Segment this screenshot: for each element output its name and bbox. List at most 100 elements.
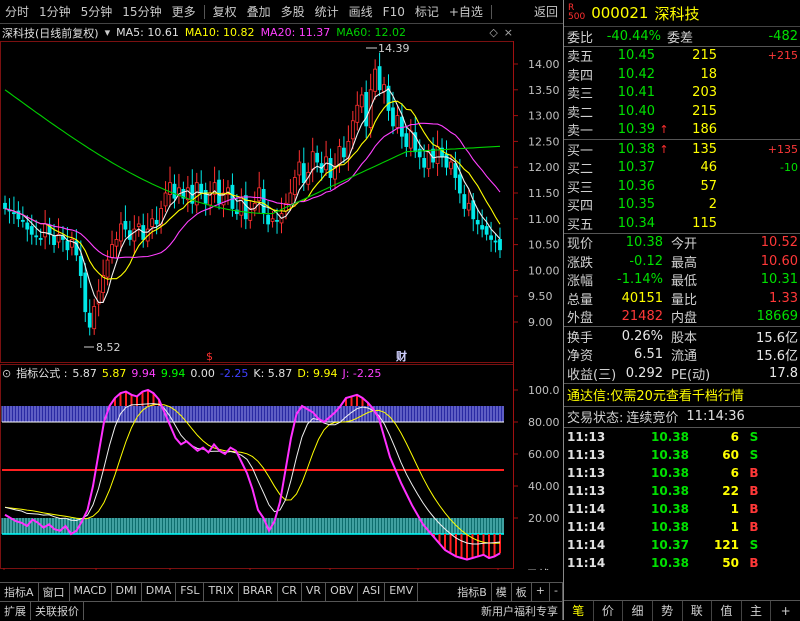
tick-side: B	[749, 519, 759, 534]
triangle-down-icon[interactable]: ▾	[105, 26, 111, 39]
quote-label: 现价	[567, 237, 594, 253]
candle-body	[154, 219, 159, 225]
ask-row[interactable]: 卖五 10.45 215 +215	[564, 47, 800, 65]
tab-indicator[interactable]: FSL	[176, 583, 205, 601]
candle-body	[199, 183, 204, 194]
tab-extension[interactable]: 扩展	[0, 602, 31, 620]
right-tab[interactable]: 势	[653, 601, 683, 621]
tick-row[interactable]: 11:14 10.38 50 B	[564, 554, 800, 572]
tab-indicator-right[interactable]: 板	[512, 583, 532, 601]
tab-indicator[interactable]: TRIX	[204, 583, 239, 601]
quote-list: 现价 10.38 今开 10.52 涨跌 -0.12 最高 10.60 涨幅 -1.14% 最低 10…	[564, 234, 800, 327]
quote-value: -0.12	[629, 253, 663, 269]
tick-row[interactable]: 11:13 10.38 60 S	[564, 446, 800, 464]
price-tick-label: 9.00	[528, 316, 553, 329]
quote-row[interactable]: 现价 10.38 今开 10.52	[564, 234, 800, 253]
x-axis-label: 8	[330, 569, 337, 570]
ask-row[interactable]: 卖三 10.41 203	[564, 84, 800, 102]
bid-row[interactable]: 买四 10.35 2	[564, 196, 800, 215]
candle-body	[163, 192, 168, 207]
ask-change: +215	[767, 49, 798, 63]
tick-row[interactable]: 11:14 10.37 121 S	[564, 536, 800, 554]
tab-indicator[interactable]: 指标A	[0, 583, 39, 601]
tick-row[interactable]: 11:13 10.38 6 B	[564, 464, 800, 482]
menu-5min[interactable]: 5分钟	[76, 3, 118, 20]
candle-body	[217, 179, 221, 204]
menu-back[interactable]: 返回	[529, 3, 563, 20]
tab-indicator[interactable]: DMI	[112, 583, 142, 601]
tab-indicator[interactable]: ASI	[358, 583, 386, 601]
tick-row[interactable]: 11:14 10.38 1 B	[564, 500, 800, 518]
tick-row[interactable]: 11:14 10.38 1 B	[564, 518, 800, 536]
price-tick-label: 9.50	[528, 290, 553, 303]
arrow-up-icon: ↑	[659, 142, 669, 156]
tab-indicator-right[interactable]: -	[550, 583, 563, 601]
menu-mark[interactable]: 标记	[410, 3, 444, 20]
menu-draw-line[interactable]: 画线	[344, 3, 378, 20]
menu-stats[interactable]: 统计	[310, 3, 344, 20]
candle-body	[359, 94, 364, 108]
right-tab[interactable]: 价	[594, 601, 624, 621]
right-tab[interactable]: 联	[683, 601, 713, 621]
menu-1min[interactable]: 1分钟	[34, 3, 76, 20]
bid-volume: 46	[700, 160, 717, 176]
close-icon[interactable]: ×	[504, 26, 517, 39]
tick-row[interactable]: 11:13 10.38 6 S	[564, 428, 800, 446]
price-tick-label: 10.00	[528, 264, 560, 277]
menu-more[interactable]: 更多	[167, 3, 201, 20]
fundamental-row[interactable]: 收益(三) 0.292 PE(动) 17.8	[564, 364, 800, 383]
menu-multi-stock[interactable]: 多股	[276, 3, 310, 20]
candle-body	[404, 133, 409, 147]
tab-indicator[interactable]: MACD	[70, 583, 112, 601]
bid-label: 买四	[567, 199, 594, 215]
menu-f10[interactable]: F10	[378, 5, 410, 19]
right-tab[interactable]: +	[771, 601, 800, 621]
tab-extension[interactable]: 关联报价	[31, 602, 84, 620]
tab-indicator[interactable]: CR	[278, 583, 302, 601]
quote-row[interactable]: 涨幅 -1.14% 最低 10.31	[564, 271, 800, 290]
bid-row[interactable]: 买三 10.36 57	[564, 177, 800, 196]
bid-row[interactable]: 买五 10.34 115	[564, 214, 800, 233]
right-tab[interactable]: 笔	[564, 601, 594, 621]
ask-row[interactable]: 卖二 10.40 215	[564, 102, 800, 121]
tab-indicator[interactable]: BRAR	[239, 583, 278, 601]
tab-indicator[interactable]: 窗口	[39, 583, 70, 601]
new-user-promo[interactable]: 新用户福利专享	[477, 602, 563, 620]
tick-volume: 1	[730, 501, 739, 516]
tick-row[interactable]: 11:13 10.38 22 B	[564, 482, 800, 500]
fundamental-row[interactable]: 净资 6.51 流通 15.6亿	[564, 346, 800, 364]
settings-icon[interactable]: ⊙	[2, 367, 11, 380]
menu-add-watchlist[interactable]: +自选	[444, 3, 488, 20]
quote-row[interactable]: 外盘 21482 内盘 18669	[564, 308, 800, 326]
menu-15min[interactable]: 15分钟	[117, 3, 166, 20]
ask-row[interactable]: 卖四 10.42 18	[564, 65, 800, 84]
tab-indicator-right[interactable]: +	[532, 583, 551, 601]
fundamental-row[interactable]: 换手 0.26% 股本 15.6亿	[564, 327, 800, 346]
tab-indicator-right[interactable]: 模	[492, 583, 512, 601]
promo-row[interactable]: 通达信:仅需20元查看千档行情	[564, 384, 800, 407]
quote-row[interactable]: 总量 40151 量比 1.33	[564, 289, 800, 308]
diamond-icon[interactable]: ◇	[489, 26, 497, 39]
quote-row[interactable]: 涨跌 -0.12 最高 10.60	[564, 252, 800, 271]
right-tab[interactable]: 主	[742, 601, 772, 621]
right-tab[interactable]: 值	[712, 601, 742, 621]
chart-area[interactable]: 14.00 13.50 13.00 12.50 12.00 11.50 11.00 10.50…	[0, 24, 563, 570]
tab-indicator[interactable]: OBV	[326, 583, 359, 601]
quote-label: 涨幅	[567, 274, 594, 290]
bid-row[interactable]: 买一 10.38 ↑ 135 +135	[564, 140, 800, 159]
candle-body	[364, 91, 369, 127]
menu-intraday[interactable]: 分时	[0, 3, 34, 20]
fundamental-value: 6.51	[634, 347, 663, 363]
right-tab[interactable]: 细	[623, 601, 653, 621]
status-row: 交易状态: 连续竞价 11:14:36	[564, 407, 800, 428]
tab-indicator-right[interactable]: 指标B	[453, 583, 492, 601]
high-price-label: 14.39	[378, 42, 410, 55]
menu-fuquan[interactable]: 复权	[208, 3, 242, 20]
menu-overlay[interactable]: 叠加	[242, 3, 276, 20]
ask-row[interactable]: 卖一 10.39 ↑ 186	[564, 121, 800, 139]
tab-indicator[interactable]: DMA	[142, 583, 177, 601]
tab-indicator[interactable]: VR	[302, 583, 327, 601]
promo-text[interactable]: 通达信:仅需20元查看千档行情	[567, 385, 744, 404]
bid-row[interactable]: 买二 10.37 46 -10	[564, 159, 800, 177]
tab-indicator[interactable]: EMV	[385, 583, 419, 601]
